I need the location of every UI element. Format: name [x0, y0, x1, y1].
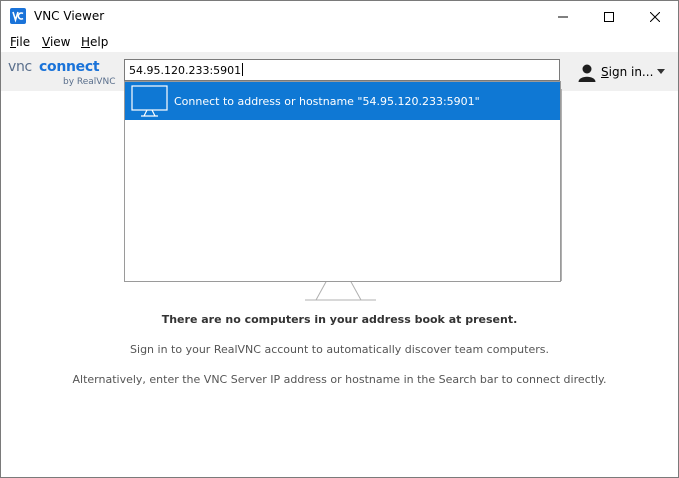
suggestion-label: Connect to address or hostname "54.95.12… [174, 95, 480, 108]
close-icon [650, 11, 660, 22]
search-input-value: 54.95.120.233:5901 [129, 63, 244, 77]
close-button[interactable] [632, 1, 678, 32]
svg-text:vnc: vnc [8, 59, 32, 75]
user-icon [578, 64, 596, 82]
direct-connect-hint: Alternatively, enter the VNC Server IP a… [72, 373, 607, 386]
menu-help[interactable]: Help [81, 34, 108, 50]
sign-in-button[interactable]: Sign in... [577, 61, 672, 83]
vnc-viewer-window: VNC Viewer File View Help vnc connect by… [0, 0, 679, 478]
svg-text:by RealVNC: by RealVNC [63, 77, 115, 86]
monitor-icon [131, 85, 168, 117]
vnc-viewer-app-icon [10, 8, 26, 24]
title-bar[interactable]: VNC Viewer [1, 1, 678, 32]
search-input[interactable]: 54.95.120.233:5901 [124, 59, 560, 81]
menu-bar: File View Help [1, 32, 678, 52]
sign-in-hint: Sign in to your RealVNC account to autom… [130, 343, 549, 356]
search-suggestions-dropdown: Connect to address or hostname "54.95.12… [124, 81, 561, 282]
menu-view[interactable]: View [42, 34, 70, 50]
window-title: VNC Viewer [34, 9, 105, 23]
maximize-button[interactable] [586, 1, 632, 32]
minimize-icon [558, 16, 568, 17]
maximize-icon [604, 11, 614, 22]
sign-in-label: Sign in... [601, 65, 654, 79]
menu-file[interactable]: File [10, 34, 30, 50]
empty-address-book-message: There are no computers in your address b… [161, 313, 518, 326]
minimize-button[interactable] [540, 1, 586, 32]
connect-to-address-suggestion[interactable]: Connect to address or hostname "54.95.12… [125, 82, 560, 120]
chevron-down-icon[interactable] [657, 69, 665, 74]
vnc-connect-logo: vnc connect by RealVNC [8, 59, 115, 86]
svg-text:connect: connect [39, 59, 100, 75]
